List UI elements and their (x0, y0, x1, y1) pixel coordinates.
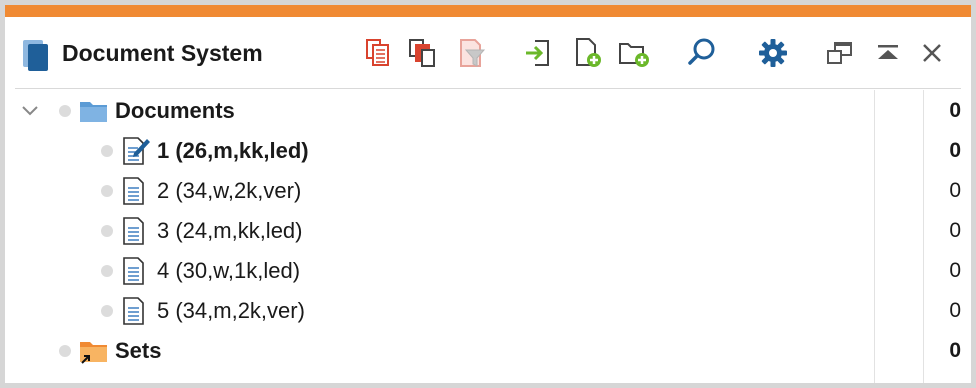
tree-node-document[interactable]: 3 (24,m,kk,led) 0 (5, 211, 971, 251)
tree-node-label: 5 (34,m,2k,ver) (157, 298, 305, 323)
new-document-icon (576, 38, 601, 67)
search-icon (688, 38, 715, 65)
code-count: 0 (949, 339, 961, 362)
panel-header: Document System (5, 17, 971, 89)
header-divider (15, 88, 961, 89)
tree-node-label: 3 (24,m,kk,led) (157, 218, 303, 243)
new-set-icon (619, 43, 649, 67)
folder-orange-shortcut-icon (79, 336, 109, 366)
copy-documents-icon (409, 39, 435, 67)
collapse-panel-icon (878, 45, 898, 59)
tree-node-sets[interactable]: Sets 0 (5, 331, 971, 371)
code-count: 0 (949, 139, 961, 162)
tree-node-label: Documents (115, 98, 235, 123)
tree-node-document[interactable]: 1 (26,m,kk,led) 0 (5, 131, 971, 171)
document-tree: Documents 0 1 (26,m,kk,led) 0 2 (34,w,2k… (5, 90, 971, 383)
code-count: 0 (949, 219, 961, 242)
document-system-window: Document System Documents 0 1 (26,m,kk,l… (5, 5, 971, 383)
document-icon (120, 176, 150, 206)
document-icon (120, 216, 150, 246)
import-icon (526, 40, 549, 66)
settings-gear-icon (759, 39, 787, 67)
document-edit-icon (120, 136, 150, 166)
status-dot (101, 265, 113, 277)
tree-node-document[interactable]: 5 (34,m,2k,ver) 0 (5, 291, 971, 331)
tree-node-label: 2 (34,w,2k,ver) (157, 178, 302, 203)
code-count: 0 (949, 99, 961, 122)
code-count: 0 (949, 259, 961, 282)
filter-button[interactable] (453, 36, 487, 70)
paste-structure-icon (366, 39, 389, 66)
document-system-icon (21, 39, 51, 71)
status-dot (59, 105, 71, 117)
new-document-button[interactable] (571, 36, 605, 70)
accent-bar (5, 5, 971, 17)
close-icon (923, 44, 941, 62)
collapse-panel-button[interactable] (871, 36, 905, 70)
settings-button[interactable] (756, 36, 790, 70)
tree-node-document[interactable]: 4 (30,w,1k,led) 0 (5, 251, 971, 291)
filter-icon (460, 39, 486, 67)
chevron-down-icon[interactable] (20, 101, 40, 121)
new-set-button[interactable] (617, 36, 651, 70)
status-dot (101, 145, 113, 157)
panel-title: Document System (62, 40, 263, 66)
status-dot (101, 305, 113, 317)
search-button[interactable] (685, 36, 719, 70)
undock-window-icon (827, 42, 852, 64)
tree-node-label: Sets (115, 338, 162, 363)
tree-node-label: 4 (30,w,1k,led) (157, 258, 301, 283)
folder-blue-icon (79, 96, 109, 126)
close-button[interactable] (915, 36, 949, 70)
document-icon (120, 256, 150, 286)
tree-node-documents[interactable]: Documents 0 (5, 91, 971, 131)
tree-node-document[interactable]: 2 (34,w,2k,ver) 0 (5, 171, 971, 211)
undock-window-button[interactable] (823, 36, 857, 70)
status-dot (59, 345, 71, 357)
copy-documents-button[interactable] (405, 36, 439, 70)
paste-structure-button[interactable] (361, 36, 395, 70)
code-count: 0 (949, 179, 961, 202)
code-count: 0 (949, 299, 961, 322)
import-button[interactable] (521, 36, 555, 70)
document-icon (120, 296, 150, 326)
status-dot (101, 185, 113, 197)
status-dot (101, 225, 113, 237)
tree-node-label: 1 (26,m,kk,led) (157, 138, 309, 163)
